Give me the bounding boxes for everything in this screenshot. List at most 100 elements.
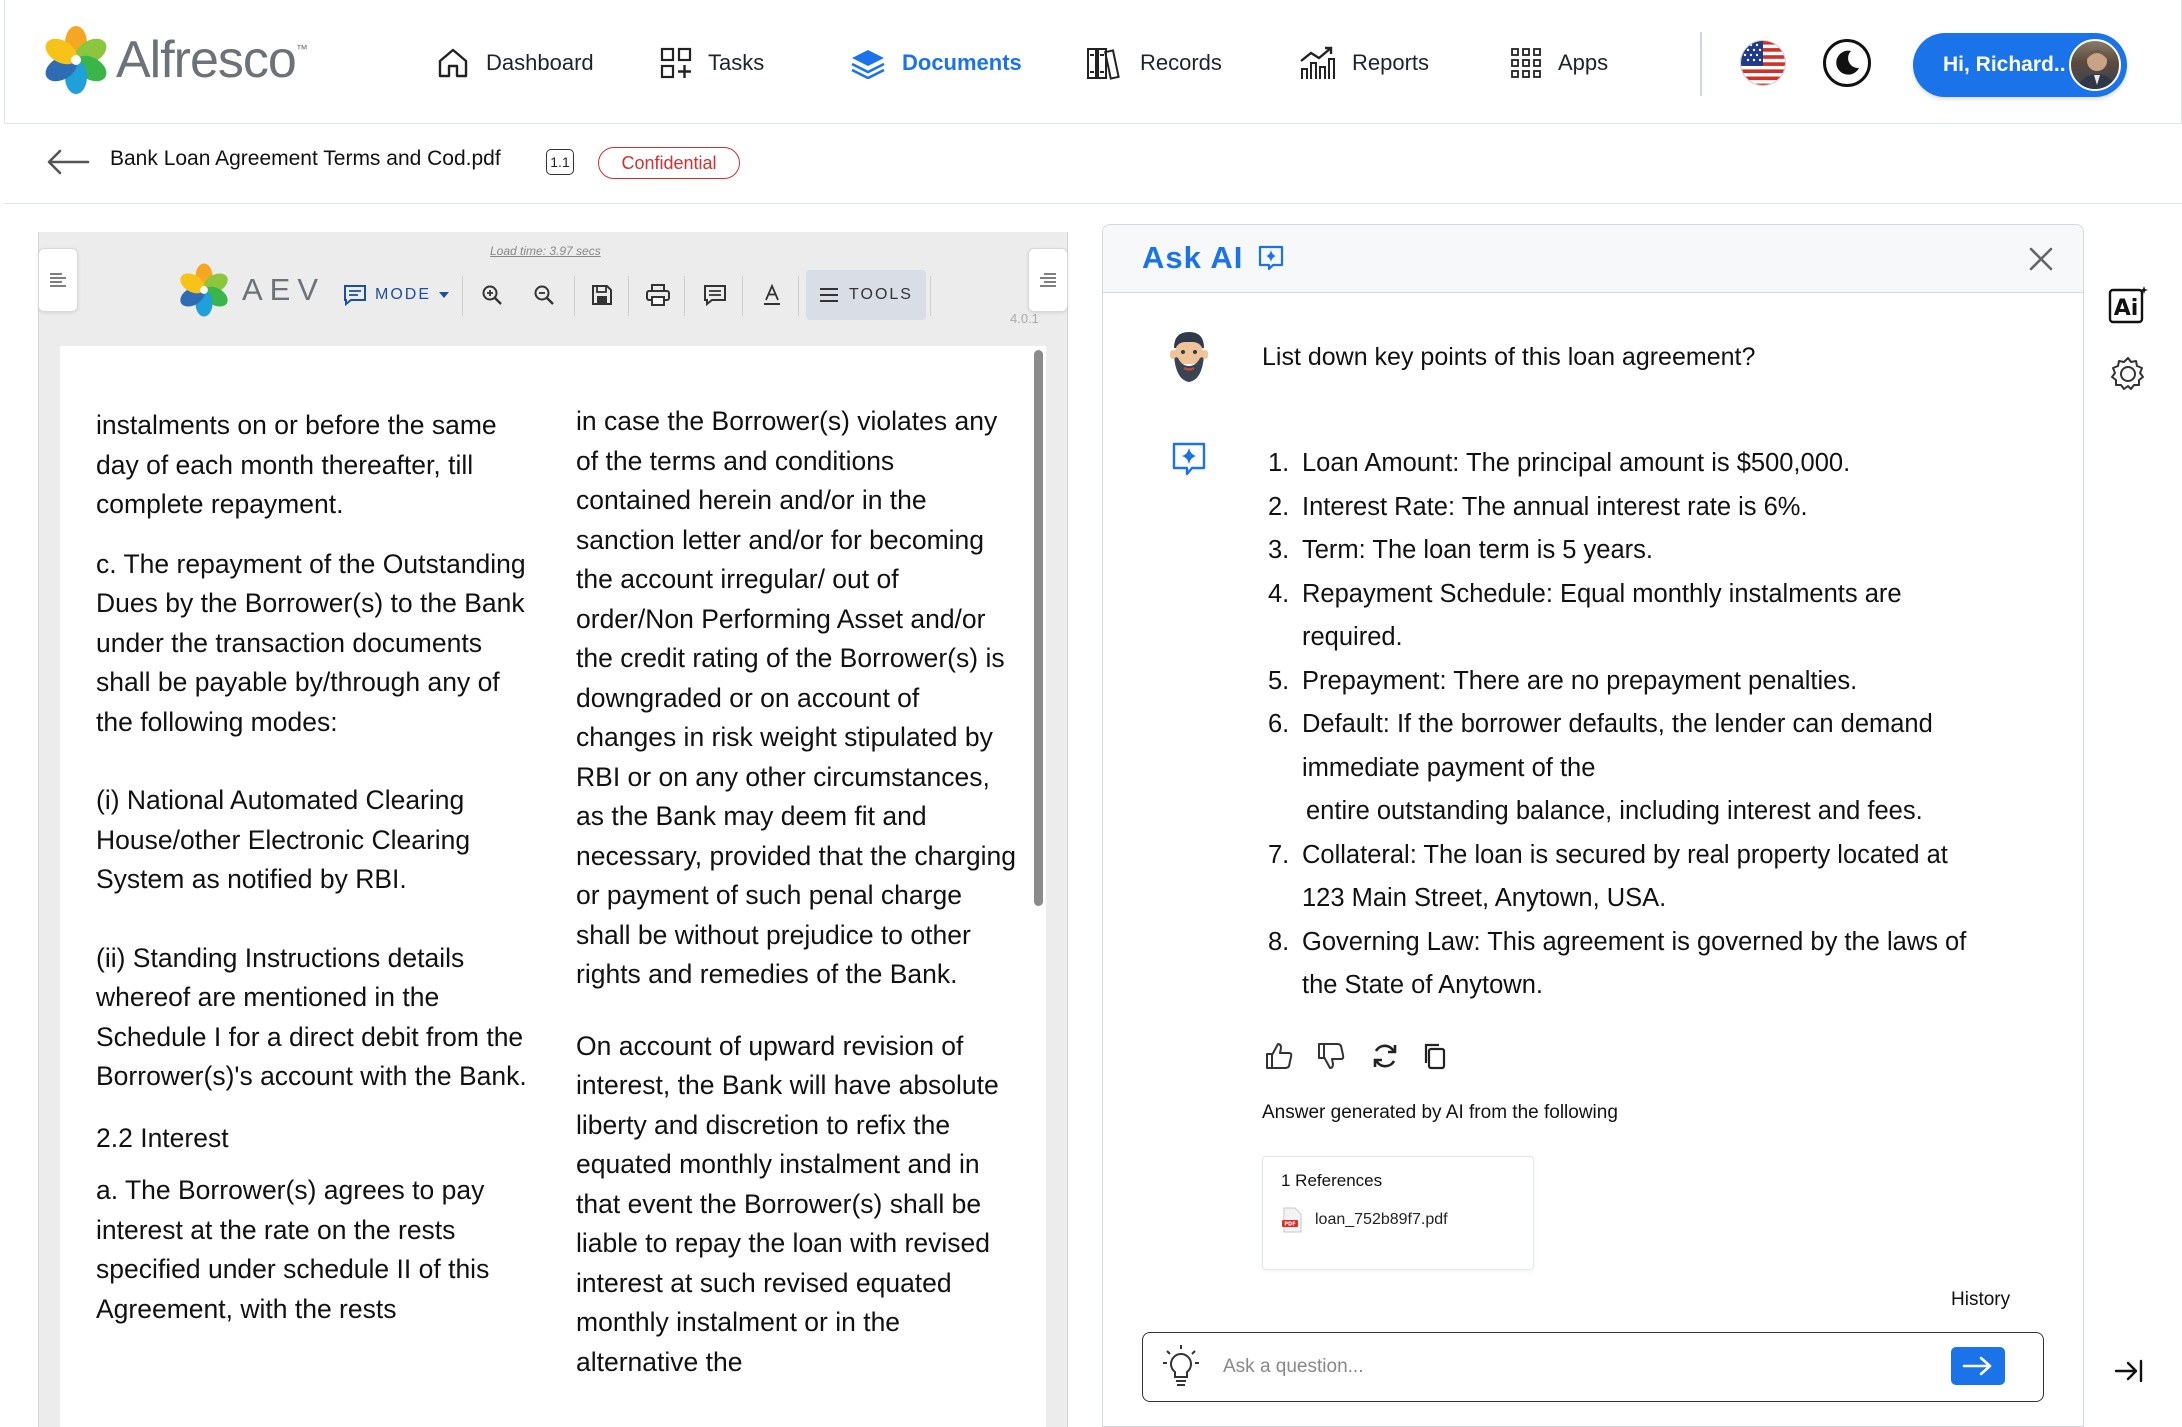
nav-apps-label: Apps: [1558, 50, 1609, 75]
nav-records[interactable]: Records: [1086, 40, 1222, 86]
ask-question-input[interactable]: [1223, 1349, 1923, 1385]
zoom-out-icon: [534, 285, 554, 305]
collapse-right-icon: [2114, 1359, 2143, 1383]
close-panel-button[interactable]: [2026, 244, 2056, 274]
reference-file-link[interactable]: PDF loan_752b89f7.pdf: [1281, 1207, 1448, 1233]
references-title: 1 References: [1281, 1171, 1383, 1190]
user-photo-icon: [2077, 50, 2117, 89]
collapse-panel-button[interactable]: [2114, 1358, 2144, 1384]
alfresco-flower-icon: [45, 26, 107, 94]
print-icon: [646, 284, 670, 306]
version-badge[interactable]: 1.1: [546, 149, 574, 175]
answer-text: Repayment Schedule: Equal monthly instal…: [1302, 579, 1902, 608]
answer-text: Prepayment: There are no prepayment pena…: [1302, 666, 1858, 695]
user-greeting: Hi, Richard..: [1943, 53, 2066, 76]
thumbs-down-button[interactable]: [1316, 1041, 1346, 1071]
ai-icon-label: Ai: [2114, 296, 2139, 321]
tasks-icon: [660, 47, 692, 79]
answer-item: 2. Interest Rate: The annual interest rat…: [1268, 486, 2048, 530]
answer-number: 2.: [1268, 492, 1290, 521]
user-menu-button[interactable]: Hi, Richard..: [1913, 33, 2127, 97]
nav-documents-label: Documents: [902, 50, 1022, 75]
answer-text: the State of Anytown.: [1302, 971, 1543, 999]
toolbar-divider: [798, 276, 799, 316]
ask-ai-title-text: Ask AI: [1142, 240, 1244, 275]
nav-dashboard[interactable]: Dashboard: [436, 40, 594, 86]
text-style-button[interactable]: [754, 272, 790, 318]
answer-text: Loan Amount: The principal amount is $50…: [1302, 449, 1851, 477]
toolbar-divider: [742, 276, 743, 316]
doc-paragraph: c. The repayment of the Outstanding Dues…: [96, 548, 526, 737]
answer-item: 3. Term: The loan term is 5 years.: [1268, 529, 2048, 573]
answer-number: 5.: [1268, 666, 1290, 695]
thumbs-up-button[interactable]: [1264, 1041, 1294, 1071]
annotation-button[interactable]: [696, 272, 734, 318]
suggestions-button[interactable]: [1161, 1343, 1201, 1389]
ai-settings-button[interactable]: [2106, 352, 2150, 396]
generated-note: Answer generated by AI from the followin…: [1262, 1102, 1618, 1123]
brand-name: Alfresco: [116, 31, 297, 89]
print-button[interactable]: [640, 272, 676, 318]
back-button[interactable]: [46, 148, 90, 176]
toolbar-divider: [574, 276, 575, 316]
copy-button[interactable]: [1420, 1041, 1450, 1071]
references-card[interactable]: 1 References PDF loan_752b89f7.pdf: [1262, 1156, 1534, 1270]
bearded-man-icon: [1170, 332, 1208, 382]
ai-response-icon: [1170, 440, 1208, 480]
right-sidebar-toggle[interactable]: [1028, 248, 1068, 312]
zoom-in-button[interactable]: [474, 272, 510, 318]
answer-text: 123 Main Street, Anytown, USA.: [1302, 884, 1667, 912]
reference-file-name: loan_752b89f7.pdf: [1315, 1211, 1448, 1228]
save-icon: [592, 285, 612, 305]
svg-text:PDF: PDF: [1284, 1222, 1295, 1228]
records-icon: [1087, 48, 1120, 80]
us-flag-icon[interactable]: [1740, 40, 1786, 86]
ai-assistant-button[interactable]: Ai: [2106, 284, 2150, 328]
alfresco-logo[interactable]: Alfresco ™: [40, 24, 308, 96]
menu-icon: [820, 288, 839, 302]
doc-paragraph: On account of upward revision of interes…: [576, 1030, 999, 1377]
brand-trademark: ™: [295, 42, 308, 56]
ask-question-box: [1142, 1332, 2044, 1402]
user-question: List down key points of this loan agreem…: [1262, 343, 1756, 371]
doc-paragraph: in case the Borrower(s) violates any of …: [576, 406, 1016, 989]
left-sidebar-toggle[interactable]: [38, 248, 78, 312]
answer-text: required.: [1302, 623, 1403, 651]
user-avatar: [1164, 328, 1214, 386]
list-icon: [50, 273, 66, 287]
regenerate-button[interactable]: [1370, 1041, 1400, 1071]
refresh-icon: [1373, 1044, 1397, 1068]
home-icon: [438, 48, 468, 78]
answer-text: Collateral: The loan is secured by real …: [1302, 840, 1948, 869]
toolbar-divider: [684, 276, 685, 316]
pdf-icon: PDF: [1282, 1207, 1302, 1233]
answer-number: 8.: [1268, 927, 1290, 956]
nav-dashboard-label: Dashboard: [486, 50, 594, 75]
nav-reports-label: Reports: [1352, 50, 1430, 75]
save-button[interactable]: [584, 272, 620, 318]
zoom-out-button[interactable]: [526, 272, 562, 318]
ai-sparkle-icon: [1259, 245, 1284, 271]
send-button[interactable]: [1951, 1347, 2005, 1385]
tools-button[interactable]: TOOLS: [806, 270, 926, 320]
dark-mode-toggle[interactable]: [1823, 39, 1871, 87]
thumbs-down-icon: [1318, 1043, 1345, 1069]
nav-tasks[interactable]: Tasks: [660, 40, 764, 86]
history-link[interactable]: History: [1951, 1289, 2010, 1311]
viewer-scrollbar[interactable]: [1034, 350, 1043, 906]
nav-apps[interactable]: Apps: [1510, 40, 1608, 86]
answer-text: Governing Law: This agreement is governe…: [1302, 927, 1967, 956]
nav-documents[interactable]: Documents: [850, 40, 1022, 86]
answer-text: entire outstanding balance, including in…: [1306, 797, 1923, 825]
ai-icon: Ai: [2108, 286, 2148, 324]
doc-paragraph: (i) National Automated Clearing House/ot…: [96, 785, 471, 894]
answer-text: Term: The loan term is 5 years.: [1302, 536, 1653, 564]
arrow-right-icon: [1962, 1356, 1992, 1376]
answer-number: 4.: [1268, 579, 1290, 608]
doc-paragraph: (ii) Standing Instructions details where…: [96, 942, 527, 1092]
mode-dropdown[interactable]: MODE: [338, 272, 454, 318]
nav-divider: [1700, 32, 1702, 96]
nav-reports[interactable]: Reports: [1298, 40, 1429, 86]
answer-item: 5. Prepayment: There are no prepayment pe…: [1268, 660, 2048, 704]
mode-label: MODE: [375, 286, 431, 303]
